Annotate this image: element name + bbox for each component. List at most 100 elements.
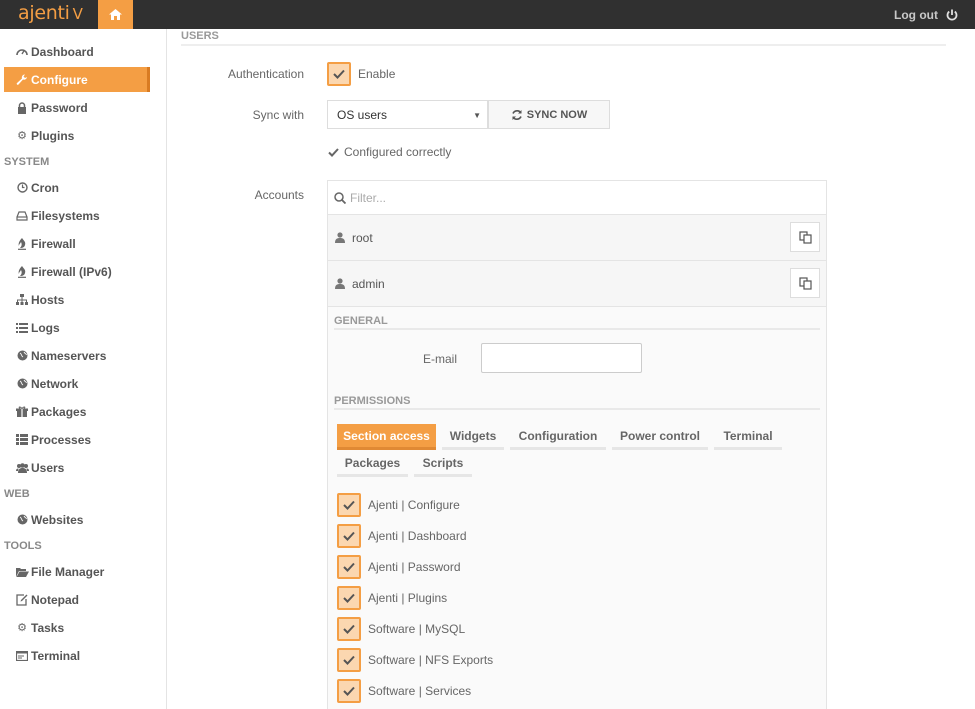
sidebar-item-label: Cron	[31, 180, 59, 195]
sidebar-section-web: WEB	[4, 488, 30, 500]
users-section-title: USERS	[181, 30, 946, 46]
check-icon	[343, 686, 355, 696]
sidebar-item-tasks[interactable]: ⚙ Tasks	[4, 615, 150, 640]
permission-checkbox[interactable]	[337, 679, 361, 703]
sidebar-item-firewall[interactable]: Firewall	[4, 231, 150, 256]
copy-icon	[798, 276, 812, 290]
brand-logo[interactable]: ajenti V	[18, 2, 83, 24]
sitemap-icon	[15, 294, 29, 305]
accounts-panel: Filter... root admin GENERAL E-mail PERM…	[327, 180, 827, 709]
check-icon	[328, 147, 339, 157]
check-icon	[333, 69, 345, 79]
sidebar-item-label: Tasks	[31, 620, 65, 635]
copy-account-button[interactable]	[790, 222, 820, 252]
sidebar-item-label: Firewall	[31, 236, 76, 251]
sidebar-item-label: Network	[31, 376, 79, 391]
sidebar-item-label: Websites	[31, 512, 84, 527]
tab-terminal[interactable]: Terminal	[714, 424, 782, 450]
sidebar-item-filesystems[interactable]: Filesystems	[4, 203, 150, 228]
sidebar-item-hosts[interactable]: Hosts	[4, 287, 150, 312]
gift-icon	[15, 406, 29, 417]
sidebar-item-configure[interactable]: Configure	[4, 67, 150, 92]
sidebar-item-label: Nameservers	[31, 348, 107, 363]
sync-with-label: Sync with	[252, 108, 304, 122]
permission-checkbox[interactable]	[337, 493, 361, 517]
checkbox[interactable]	[327, 62, 351, 86]
sync-now-button[interactable]: SYNC NOW	[488, 100, 610, 129]
sidebar-item-websites[interactable]: Websites	[4, 507, 150, 532]
permission-item[interactable]: Software | NFS Exports	[337, 648, 493, 672]
sidebar-item-label: Plugins	[31, 128, 75, 143]
permission-checkbox[interactable]	[337, 524, 361, 548]
sidebar-item-label: Packages	[31, 404, 87, 419]
enable-auth-checkbox[interactable]: Enable	[327, 62, 395, 86]
list-icon	[15, 322, 29, 333]
sidebar-item-terminal[interactable]: Terminal	[4, 643, 150, 668]
sidebar-item-dashboard[interactable]: Dashboard	[4, 39, 150, 64]
permission-checkbox[interactable]	[337, 617, 361, 641]
permission-checkbox[interactable]	[337, 648, 361, 672]
authentication-label: Authentication	[227, 67, 304, 81]
sidebar-item-firewall-ipv6[interactable]: Firewall (IPv6)	[4, 259, 150, 284]
account-row-root[interactable]: root	[328, 215, 826, 261]
sidebar-item-packages[interactable]: Packages	[4, 399, 150, 424]
refresh-icon	[512, 109, 522, 120]
sidebar-item-file-manager[interactable]: File Manager	[4, 559, 150, 584]
folder-open-icon	[15, 567, 29, 577]
sidebar-item-label: Configure	[31, 72, 88, 87]
sidebar-item-logs[interactable]: Logs	[4, 315, 150, 340]
fire-icon	[15, 237, 29, 250]
permission-item[interactable]: Software | MySQL	[337, 617, 465, 641]
permission-item[interactable]: Ajenti | Dashboard	[337, 524, 467, 548]
lock-icon	[15, 101, 29, 114]
sidebar-item-label: Notepad	[31, 592, 79, 607]
general-section-title: GENERAL	[334, 315, 820, 330]
filter-placeholder: Filter...	[350, 190, 387, 205]
sidebar-item-label: Password	[31, 100, 88, 115]
account-row-admin[interactable]: admin	[328, 261, 826, 307]
tab-power-control[interactable]: Power control	[612, 424, 708, 450]
sidebar-item-label: Firewall (IPv6)	[31, 264, 112, 279]
copy-account-button[interactable]	[790, 268, 820, 298]
tab-scripts[interactable]: Scripts	[414, 451, 472, 477]
sidebar-item-label: Processes	[31, 432, 92, 447]
sidebar-section-tools: TOOLS	[4, 540, 42, 552]
permission-checkbox[interactable]	[337, 555, 361, 579]
tab-packages[interactable]: Packages	[337, 451, 408, 477]
permission-label: Ajenti | Dashboard	[368, 529, 467, 543]
tab-section-access[interactable]: Section access	[337, 424, 436, 450]
sidebar-item-cron[interactable]: Cron	[4, 175, 150, 200]
sidebar-item-notepad[interactable]: Notepad	[4, 587, 150, 612]
sidebar-item-processes[interactable]: Processes	[4, 427, 150, 452]
tab-configuration[interactable]: Configuration	[510, 424, 606, 450]
top-bar: ajenti V Log out	[0, 0, 975, 29]
home-button[interactable]	[98, 0, 133, 29]
logout-button[interactable]: Log out	[894, 0, 958, 29]
terminal-icon	[15, 650, 29, 661]
filter-input[interactable]: Filter...	[328, 181, 826, 215]
hdd-icon	[15, 210, 29, 221]
permission-item[interactable]: Ajenti | Configure	[337, 493, 460, 517]
globe-icon	[15, 378, 29, 389]
check-icon	[343, 624, 355, 634]
sidebar-item-network[interactable]: Network	[4, 371, 150, 396]
sidebar-item-users[interactable]: Users	[4, 455, 150, 480]
sidebar-item-label: Logs	[31, 320, 60, 335]
email-field[interactable]	[481, 343, 642, 373]
cog-icon: ⚙	[17, 622, 27, 634]
search-icon	[334, 191, 346, 204]
sidebar-item-label: Dashboard	[31, 44, 94, 59]
permission-item[interactable]: Software | Services	[337, 679, 471, 703]
sync-status: Configured correctly	[328, 145, 451, 159]
sidebar-item-nameservers[interactable]: Nameservers	[4, 343, 150, 368]
power-icon	[946, 9, 958, 20]
sidebar-item-plugins[interactable]: ⚙ Plugins	[4, 123, 150, 148]
tab-widgets[interactable]: Widgets	[442, 424, 504, 450]
sync-source-select[interactable]: OS users ▼	[327, 100, 488, 129]
clock-icon	[15, 182, 29, 193]
permission-checkbox[interactable]	[337, 586, 361, 610]
sidebar-section-system: SYSTEM	[4, 156, 50, 168]
permission-item[interactable]: Ajenti | Plugins	[337, 586, 447, 610]
sidebar-item-password[interactable]: Password	[4, 95, 150, 120]
permission-item[interactable]: Ajenti | Password	[337, 555, 461, 579]
